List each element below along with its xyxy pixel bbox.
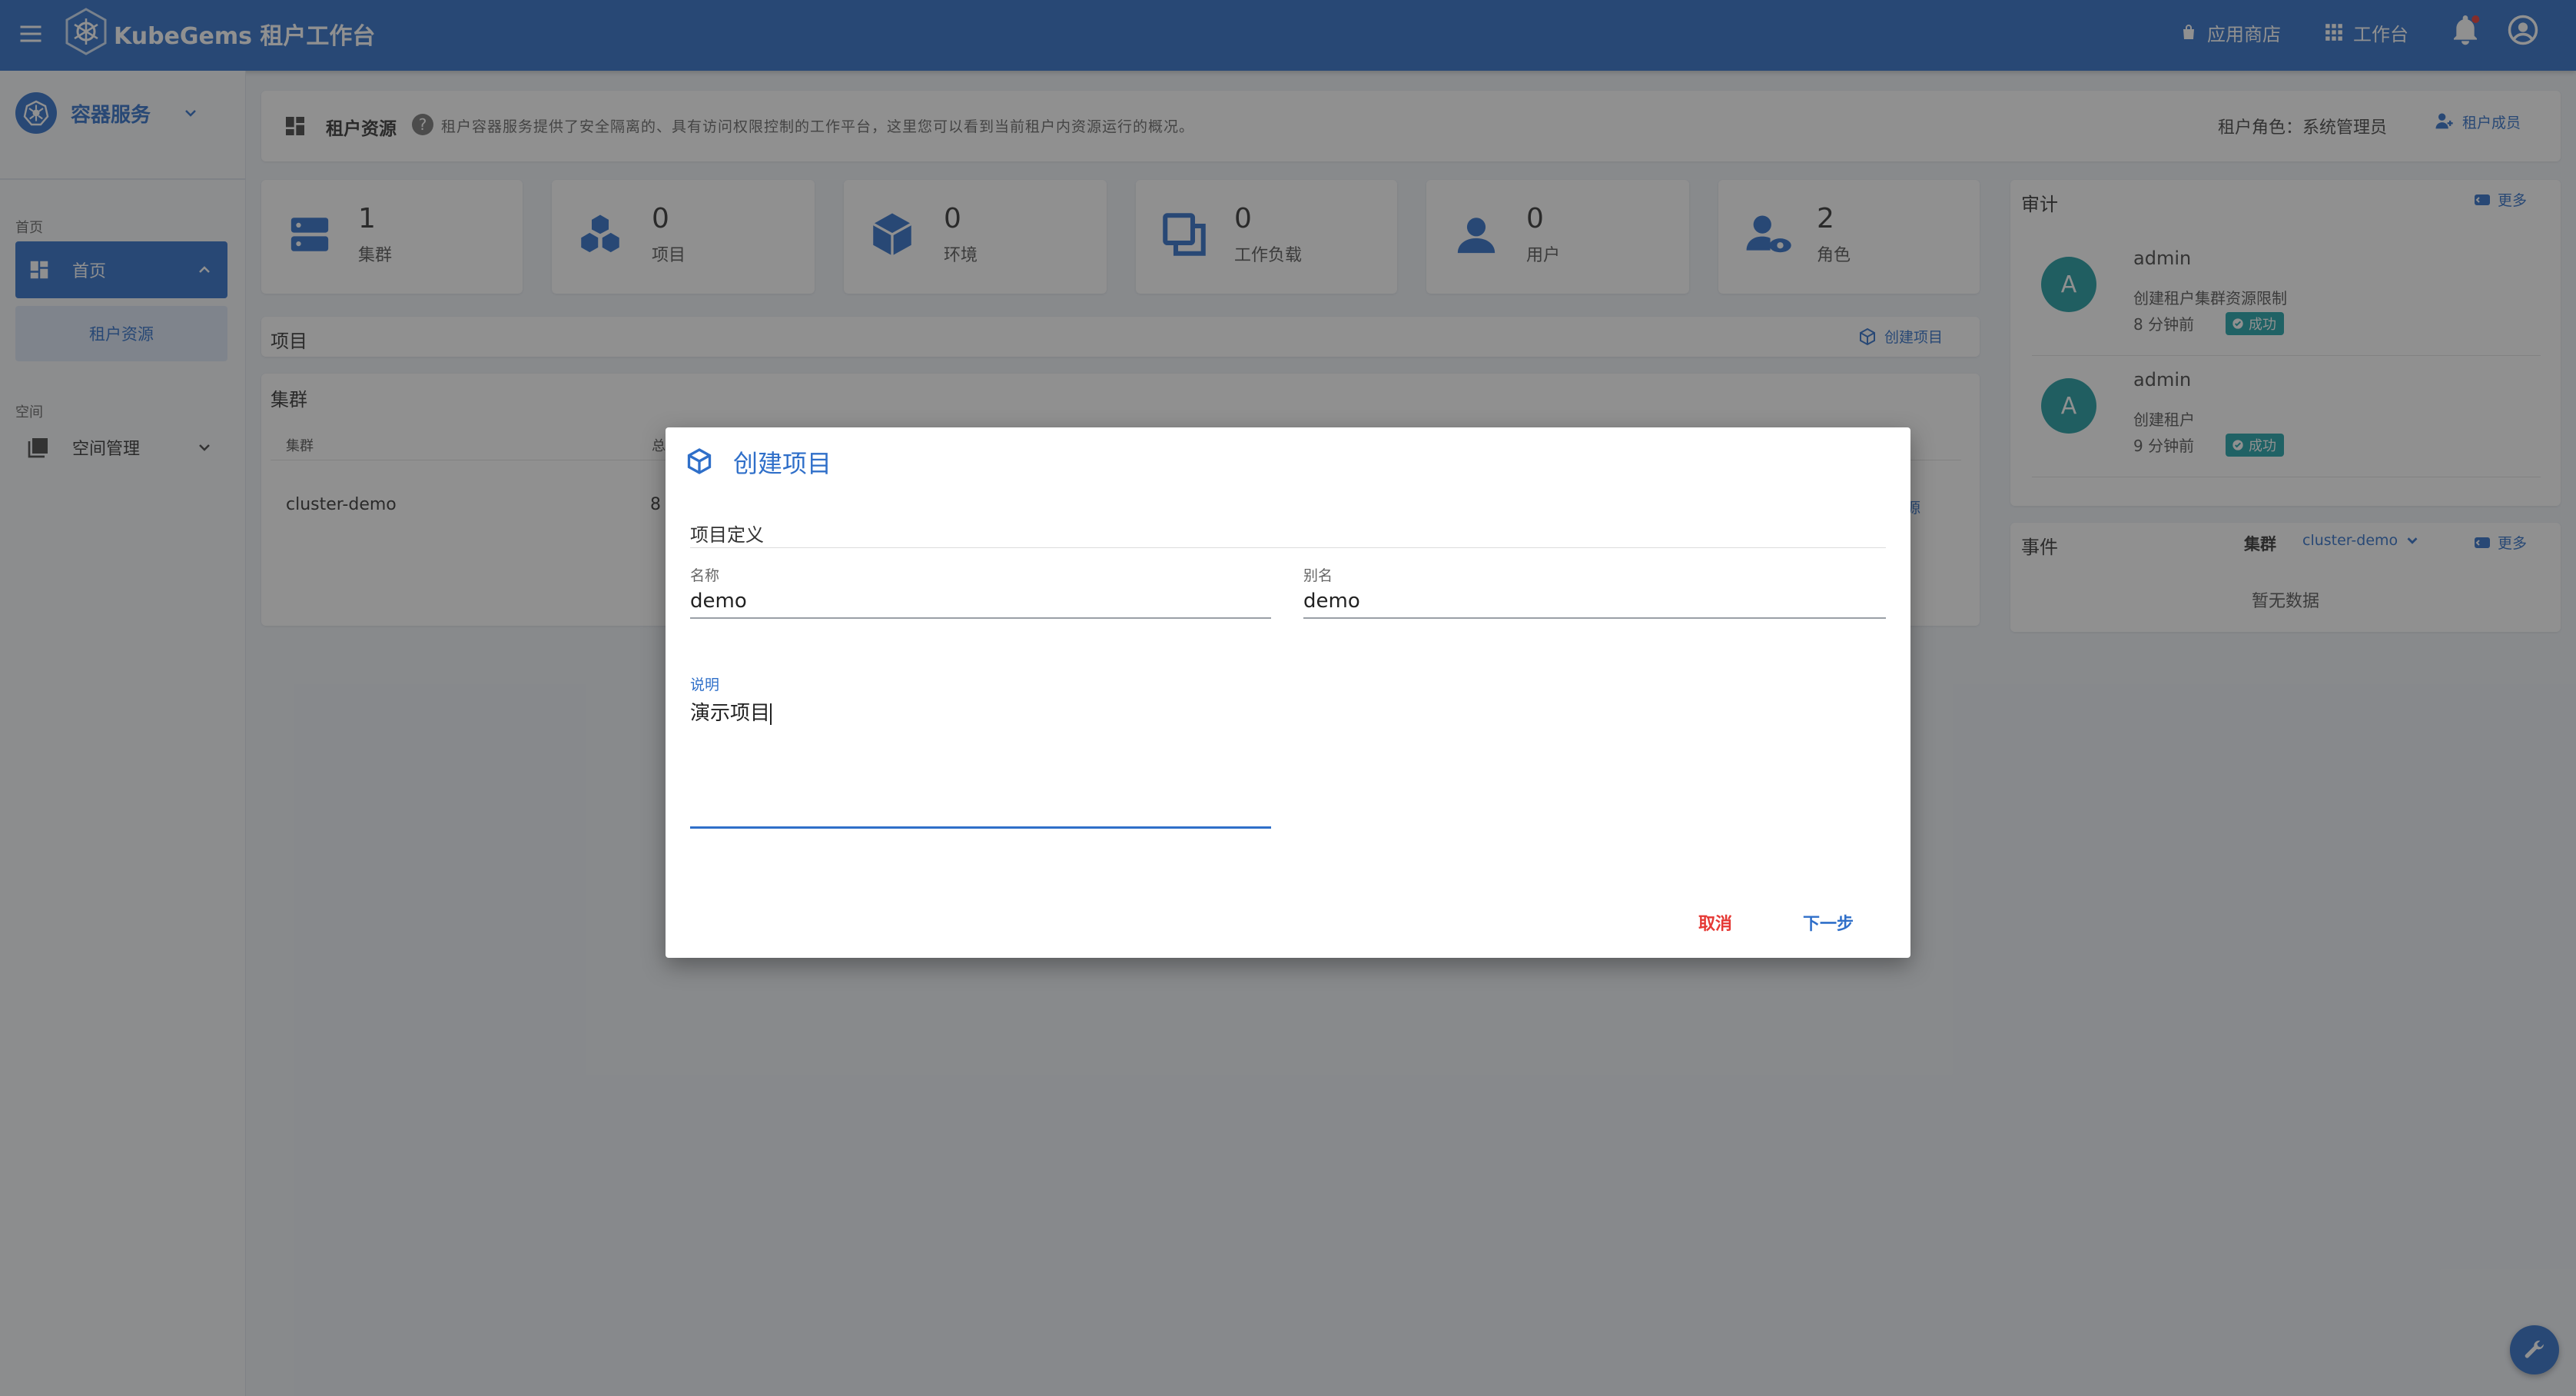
description-field-underline [690,826,1271,829]
name-field-label: 名称 [690,567,720,584]
description-textarea[interactable]: 演示项目 [690,697,1271,820]
text-cursor [770,703,772,725]
next-step-button[interactable]: 下一步 [1803,910,1854,935]
alias-field-value[interactable]: demo [1303,590,1886,613]
dialog-title: 创建项目 [733,449,832,478]
name-field-underline [690,617,1271,619]
alias-field-underline [1303,617,1886,619]
name-field-value[interactable]: demo [690,590,1271,613]
alias-field[interactable]: 别名 demo [1303,564,1886,630]
cancel-button[interactable]: 取消 [1698,910,1732,935]
description-field[interactable]: 说明 演示项目 [690,673,1271,843]
alias-field-label: 别名 [1303,567,1333,584]
cube-outline-icon [687,448,712,474]
description-field-label: 说明 [690,676,720,693]
section-title: 项目定义 [690,524,764,546]
name-field[interactable]: 名称 demo [690,564,1271,630]
section-divider [690,547,1886,548]
description-text: 演示项目 [690,702,771,725]
create-project-dialog: 创建项目 项目定义 名称 demo 别名 demo 说明 演示项目 取消 下一步 [666,427,1910,958]
